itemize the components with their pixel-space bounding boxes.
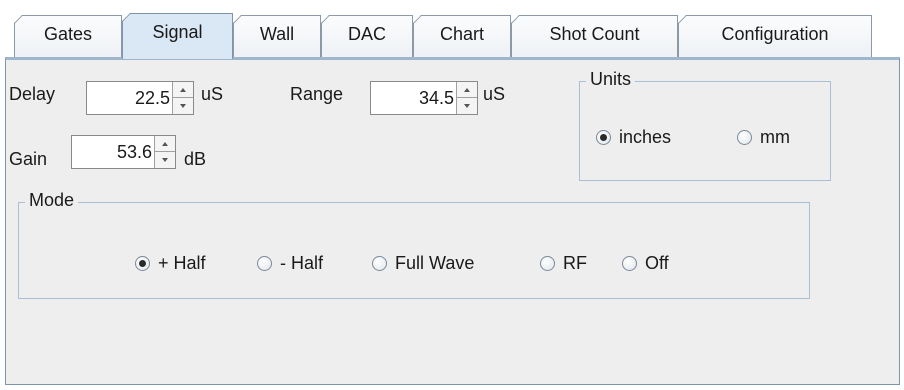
radio-unselected-icon: [257, 256, 272, 271]
tab-shot-count-label: Shot Count: [549, 24, 640, 44]
mode-off-label: Off: [645, 253, 669, 273]
gain-value[interactable]: 53.6: [72, 136, 155, 168]
gain-decrement-button[interactable]: [155, 152, 175, 168]
arrow-down-icon: [162, 158, 168, 162]
tab-shot-count[interactable]: Shot Count: [511, 15, 678, 57]
delay-spinner: 22.5: [86, 81, 194, 115]
gain-label: Gain: [9, 149, 48, 169]
range-decrement-button[interactable]: [457, 98, 477, 114]
range-increment-button[interactable]: [457, 82, 477, 98]
radio-selected-icon: [596, 130, 611, 145]
mode-plus-half-label: + Half: [158, 253, 206, 273]
gain-spinner: 53.6: [71, 135, 176, 169]
signal-settings-window: Gates Signal Wall DAC Chart Shot Count C…: [0, 0, 904, 390]
radio-unselected-icon: [622, 256, 637, 271]
gain-increment-button[interactable]: [155, 136, 175, 152]
mode-plus-half-radio[interactable]: + Half: [135, 253, 206, 274]
gain-unit: dB: [184, 149, 207, 169]
mode-full-wave-label: Full Wave: [395, 253, 475, 273]
tab-signal-label: Signal: [152, 22, 203, 42]
arrow-up-icon: [162, 141, 168, 146]
tab-wall-label: Wall: [259, 24, 295, 44]
delay-increment-button[interactable]: [173, 82, 193, 98]
units-group-title: Units: [586, 68, 636, 90]
mode-rf-label: RF: [563, 253, 587, 273]
mode-rf-radio[interactable]: RF: [540, 253, 587, 274]
signal-panel: Delay 22.5 uS Range 34.5 uS Gain 53.6 dB…: [5, 57, 900, 385]
tab-gates[interactable]: Gates: [14, 15, 122, 57]
range-spinner-arrows: [456, 82, 477, 114]
gain-spinner-arrows: [154, 136, 175, 168]
mode-group: Mode + Half - Half Full Wave RF Off: [18, 189, 810, 299]
radio-selected-icon: [135, 256, 150, 271]
tab-chart-label: Chart: [439, 24, 484, 44]
radio-unselected-icon: [540, 256, 555, 271]
range-label: Range: [290, 84, 344, 104]
mode-minus-half-radio[interactable]: - Half: [257, 253, 323, 274]
delay-label: Delay: [9, 84, 56, 104]
arrow-up-icon: [464, 87, 470, 92]
tab-dac[interactable]: DAC: [321, 15, 413, 57]
tab-chart[interactable]: Chart: [413, 15, 511, 57]
arrow-down-icon: [464, 104, 470, 108]
tab-bar: Gates Signal Wall DAC Chart Shot Count C…: [14, 13, 904, 59]
mode-full-wave-radio[interactable]: Full Wave: [372, 253, 474, 274]
radio-unselected-icon: [737, 130, 752, 145]
delay-unit: uS: [201, 84, 224, 104]
delay-decrement-button[interactable]: [173, 98, 193, 114]
mode-off-radio[interactable]: Off: [622, 253, 669, 274]
delay-value[interactable]: 22.5: [87, 82, 173, 114]
units-inches-radio[interactable]: inches: [596, 127, 671, 148]
mode-group-title: Mode: [25, 189, 79, 211]
arrow-down-icon: [180, 104, 186, 108]
range-spinner: 34.5: [370, 81, 478, 115]
tab-configuration[interactable]: Configuration: [678, 15, 872, 57]
units-inches-label: inches: [619, 127, 672, 147]
units-mm-label: mm: [760, 127, 790, 147]
tab-dac-label: DAC: [347, 24, 386, 44]
tab-signal[interactable]: Signal: [122, 13, 233, 59]
units-mm-radio[interactable]: mm: [737, 127, 790, 148]
range-value[interactable]: 34.5: [371, 82, 457, 114]
mode-minus-half-label: - Half: [280, 253, 324, 273]
tab-configuration-label: Configuration: [721, 24, 829, 44]
arrow-up-icon: [180, 87, 186, 92]
delay-spinner-arrows: [172, 82, 193, 114]
radio-unselected-icon: [372, 256, 387, 271]
tab-wall[interactable]: Wall: [233, 15, 321, 57]
range-unit: uS: [483, 84, 506, 104]
units-group: Units inches mm: [579, 68, 831, 181]
tab-gates-label: Gates: [43, 24, 93, 44]
